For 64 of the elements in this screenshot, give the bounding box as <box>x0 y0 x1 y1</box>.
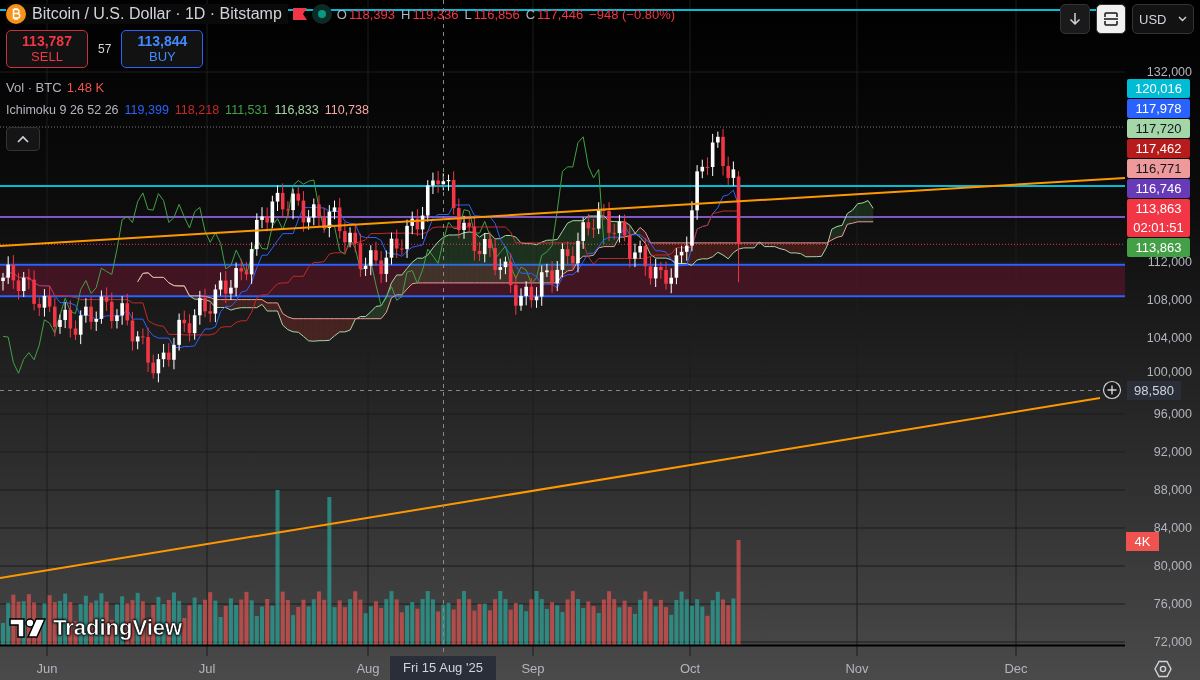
indicator-value: 119,399 <box>124 103 169 117</box>
price-tick: 108,000 <box>1146 293 1192 307</box>
price-tag: 117,978 <box>1127 99 1190 118</box>
collapse-button[interactable] <box>6 127 40 151</box>
time-tick: Jun <box>36 661 58 676</box>
price-tick: 84,000 <box>1153 521 1192 535</box>
settings-icon[interactable] <box>1153 659 1173 679</box>
spread-value: 57 <box>98 42 112 56</box>
frame-icon <box>1103 11 1119 27</box>
time-tick: Nov <box>845 661 869 676</box>
time-tick: Aug <box>356 661 380 676</box>
logo-icon <box>9 617 47 639</box>
price-tick: 100,000 <box>1146 365 1192 379</box>
indicator-value: 111,531 <box>225 103 269 117</box>
currency-dropdown[interactable]: USD <box>1132 4 1194 34</box>
market-status-icon[interactable] <box>311 4 332 24</box>
fullscreen-button[interactable] <box>1096 4 1126 34</box>
buy-button[interactable]: 113,844 BUY <box>121 30 204 68</box>
ohlc-value: 117,446 <box>537 6 584 22</box>
flag-icon[interactable] <box>292 8 307 20</box>
ichimoku-legend-title[interactable]: Ichimoku 9 26 52 26 <box>6 103 119 117</box>
price-tick: 112,000 <box>1147 255 1192 269</box>
ohlc-label: C <box>525 6 536 22</box>
ohlc-label: L <box>464 6 472 22</box>
download-button[interactable] <box>1060 4 1090 34</box>
price-tick: 76,000 <box>1153 597 1192 611</box>
indicator-value: 116,833 <box>274 103 319 117</box>
arrow-down-icon <box>1069 12 1081 26</box>
price-tick: 132,000 <box>1146 65 1192 79</box>
price-change: −948 (−0.80%) <box>589 6 676 22</box>
chevron-up-icon <box>17 135 29 143</box>
price-tick: 96,000 <box>1153 407 1192 421</box>
price-tick: 80,000 <box>1153 559 1192 573</box>
price-tag: 116,746 <box>1127 179 1190 198</box>
volume-value: 1.48 K <box>66 80 105 95</box>
price-tag: 113,863 02:01:51 <box>1127 199 1190 237</box>
add-icon[interactable] <box>1102 380 1122 400</box>
caret-down-icon <box>1178 16 1187 22</box>
crosshair-date-label: Fri 15 Aug '25 <box>390 656 496 680</box>
price-tick: 88,000 <box>1153 483 1192 497</box>
ohlc-value: 118,393 <box>348 6 395 22</box>
price-tick: 104,000 <box>1146 331 1192 345</box>
price-tag: 117,462 <box>1127 139 1190 158</box>
time-tick: Oct <box>679 661 701 676</box>
time-tick: Jul <box>198 661 216 676</box>
volume-legend-title[interactable]: Vol · BTC <box>6 80 62 95</box>
volume-tag: 4K <box>1126 532 1159 551</box>
price-tag: 113,863 <box>1127 238 1190 257</box>
indicator-value: 110,738 <box>324 103 369 117</box>
bitcoin-icon <box>6 4 26 24</box>
price-tick: 72,000 <box>1153 635 1192 649</box>
price-tick: 92,000 <box>1153 445 1192 459</box>
price-tag: 117,720 <box>1127 119 1190 138</box>
time-tick: Dec <box>1004 661 1028 676</box>
price-tag: 116,771 <box>1127 159 1190 178</box>
crosshair-price-label: 98,580 <box>1127 381 1181 400</box>
indicator-value: 118,218 <box>174 103 220 117</box>
ohlc-label: O <box>336 6 347 22</box>
ohlc-value: 116,856 <box>473 6 520 22</box>
time-tick: Sep <box>521 661 545 676</box>
price-tag: 120,016 <box>1127 79 1190 98</box>
ohlc-label: H <box>401 6 411 22</box>
sell-button[interactable]: 113,787 SELL <box>6 30 88 68</box>
ohlc-value: 119,336 <box>412 6 459 22</box>
